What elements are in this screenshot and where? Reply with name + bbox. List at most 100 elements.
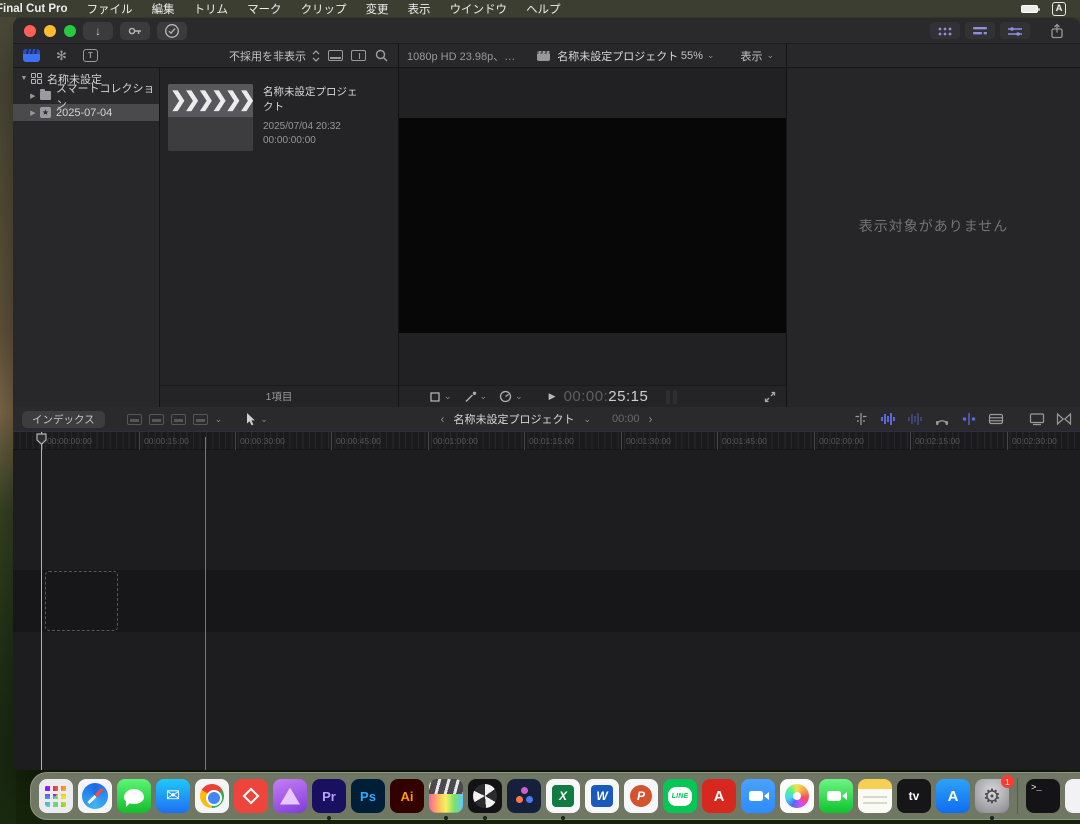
video-canvas[interactable]: [399, 118, 786, 333]
dock-icon-notes[interactable]: [858, 779, 892, 813]
menu-file[interactable]: ファイル: [87, 1, 133, 17]
filmstrip-view-icon[interactable]: [328, 50, 343, 61]
menu-window[interactable]: ウインドウ: [450, 1, 508, 17]
empty-storyline-placeholder[interactable]: [45, 571, 118, 631]
search-button[interactable]: [375, 49, 388, 62]
audio-skimming-icon[interactable]: [880, 412, 896, 426]
disclosure-closed-icon[interactable]: ▶: [29, 109, 37, 117]
dock-icon-chrome[interactable]: [195, 779, 229, 813]
tool-selector[interactable]: ⌄: [246, 413, 268, 426]
dock-icon-illustrator[interactable]: Ai: [390, 779, 424, 813]
dock-icon-terminal[interactable]: >_: [1026, 779, 1060, 813]
dock-icon-davinci-resolve[interactable]: [507, 779, 541, 813]
chevron-down-icon[interactable]: ⌄: [215, 414, 223, 425]
dock-icon-apple-tv[interactable]: tv: [897, 779, 931, 813]
dock-icon-messages[interactable]: [117, 779, 151, 813]
menu-trim[interactable]: トリム: [194, 1, 229, 17]
zoom-button[interactable]: [64, 25, 76, 37]
show-inspector-button[interactable]: [1000, 22, 1030, 39]
dock-icon-obs[interactable]: [468, 779, 502, 813]
dock-icon-word[interactable]: W: [585, 779, 619, 813]
fullscreen-button[interactable]: [764, 391, 776, 403]
show-timeline-button[interactable]: [965, 22, 995, 39]
battery-icon[interactable]: [1021, 5, 1038, 13]
viewer-view-dropdown[interactable]: 表示 ⌄: [740, 48, 774, 64]
dock-icon-zoom[interactable]: [741, 779, 775, 813]
clip-appearance-icon[interactable]: [988, 412, 1004, 426]
dock-icon-excel[interactable]: X: [546, 779, 580, 813]
project-format-info[interactable]: 1080p HD 23.98p、…: [407, 48, 515, 64]
dock-icon-line[interactable]: LINE: [663, 779, 697, 813]
dock-icon-anydesk[interactable]: [234, 779, 268, 813]
dock-icon-acrobat[interactable]: A: [702, 779, 736, 813]
playhead-line[interactable]: [41, 432, 42, 770]
photos-audio-sidebar-icon[interactable]: ✻: [56, 49, 67, 62]
dock-icon-premiere-pro[interactable]: Pr: [312, 779, 346, 813]
titles-generators-icon[interactable]: T: [83, 49, 98, 62]
retime-dropdown[interactable]: ⌄: [499, 390, 523, 403]
show-libraries-icon[interactable]: [23, 49, 40, 62]
play-button[interactable]: ▶: [549, 391, 556, 402]
dock-icon-app-store[interactable]: A: [936, 779, 970, 813]
keyword-editor-button[interactable]: [120, 22, 150, 40]
menu-edit[interactable]: 編集: [152, 1, 175, 17]
connect-edit-icon[interactable]: [127, 414, 142, 425]
menu-modify[interactable]: 変更: [366, 1, 389, 17]
transform-crop-dropdown[interactable]: ⌄: [429, 391, 452, 403]
input-source-icon[interactable]: A: [1052, 2, 1066, 16]
menu-clip[interactable]: クリップ: [301, 1, 347, 17]
dock-icon-settings[interactable]: ⚙1: [975, 779, 1009, 813]
timeline-ruler[interactable]: 00:00:00:00 00:00:15:00 00:00:30:00 00:0…: [13, 432, 1080, 450]
insert-edit-icon[interactable]: [149, 414, 164, 425]
viewer-zoom-dropdown[interactable]: 55% ⌄: [681, 50, 715, 62]
primary-storyline-lane[interactable]: [13, 570, 1080, 632]
transitions-browser-icon[interactable]: [1056, 412, 1072, 426]
dock-icon-finder[interactable]: [1065, 779, 1080, 813]
enhancements-dropdown[interactable]: ⌄: [464, 391, 488, 403]
dock-icon-facetime[interactable]: [819, 779, 853, 813]
sidebar-item-smart-collection[interactable]: ▶ スマートコレクション: [13, 87, 159, 104]
show-browser-button[interactable]: [930, 22, 960, 39]
background-tasks-button[interactable]: [157, 22, 187, 40]
notification-badge: 1: [1001, 775, 1014, 788]
import-media-button[interactable]: ↓: [83, 22, 113, 40]
dock-icon-affinity-photo[interactable]: [273, 779, 307, 813]
timeline-pane[interactable]: 00:00:00:00 00:00:15:00 00:00:30:00 00:0…: [13, 432, 1080, 770]
dock-icon-launchpad[interactable]: [39, 779, 73, 813]
dock-icon-photos[interactable]: [780, 779, 814, 813]
menu-mark[interactable]: マーク: [247, 1, 282, 17]
audio-monitor-icon[interactable]: [934, 412, 950, 426]
clip-name[interactable]: 名称未設定プロジェクト: [263, 84, 361, 114]
close-button[interactable]: [24, 25, 36, 37]
timeline-project-name[interactable]: 名称未設定プロジェクト: [453, 411, 574, 427]
next-project-button[interactable]: ›: [649, 412, 653, 426]
effects-browser-icon[interactable]: [1029, 412, 1045, 426]
dock-icon-mail[interactable]: ✉: [156, 779, 190, 813]
disclosure-closed-icon[interactable]: ▶: [29, 92, 37, 100]
menu-app-name[interactable]: Final Cut Pro: [0, 3, 68, 15]
dock-icon-powerpoint[interactable]: P: [624, 779, 658, 813]
append-edit-icon[interactable]: [171, 414, 186, 425]
minimize-button[interactable]: [44, 25, 56, 37]
snapping-icon[interactable]: [961, 412, 977, 426]
inspector-sliders-icon: [1007, 25, 1023, 37]
solo-icon[interactable]: [907, 412, 923, 426]
menu-view[interactable]: 表示: [408, 1, 431, 17]
overwrite-edit-icon[interactable]: [193, 414, 208, 425]
share-button[interactable]: [1044, 22, 1070, 40]
dock-icon-safari[interactable]: [78, 779, 112, 813]
skimming-icon[interactable]: [853, 412, 869, 426]
project-clip-card[interactable]: ❯❯❯❯❯❯❯ 名称未設定プロジェクト 2025/07/04 20:32 00:…: [168, 84, 361, 151]
disclosure-open-icon[interactable]: ▼: [20, 75, 28, 82]
previous-project-button[interactable]: ‹: [440, 412, 444, 426]
playhead-marker-icon[interactable]: [36, 433, 47, 445]
index-button[interactable]: インデックス: [22, 411, 105, 428]
dock-icon-photoshop[interactable]: Ps: [351, 779, 385, 813]
chevron-down-icon[interactable]: ⌄: [583, 414, 591, 425]
dock-icon-final-cut-pro[interactable]: [429, 779, 463, 813]
project-thumbnail[interactable]: ❯❯❯❯❯❯❯: [168, 84, 253, 151]
list-view-icon[interactable]: [351, 50, 366, 61]
audio-meters[interactable]: [666, 390, 677, 404]
clip-filter-dropdown[interactable]: 不採用を非表示: [229, 48, 320, 64]
menu-help[interactable]: ヘルプ: [526, 1, 561, 17]
